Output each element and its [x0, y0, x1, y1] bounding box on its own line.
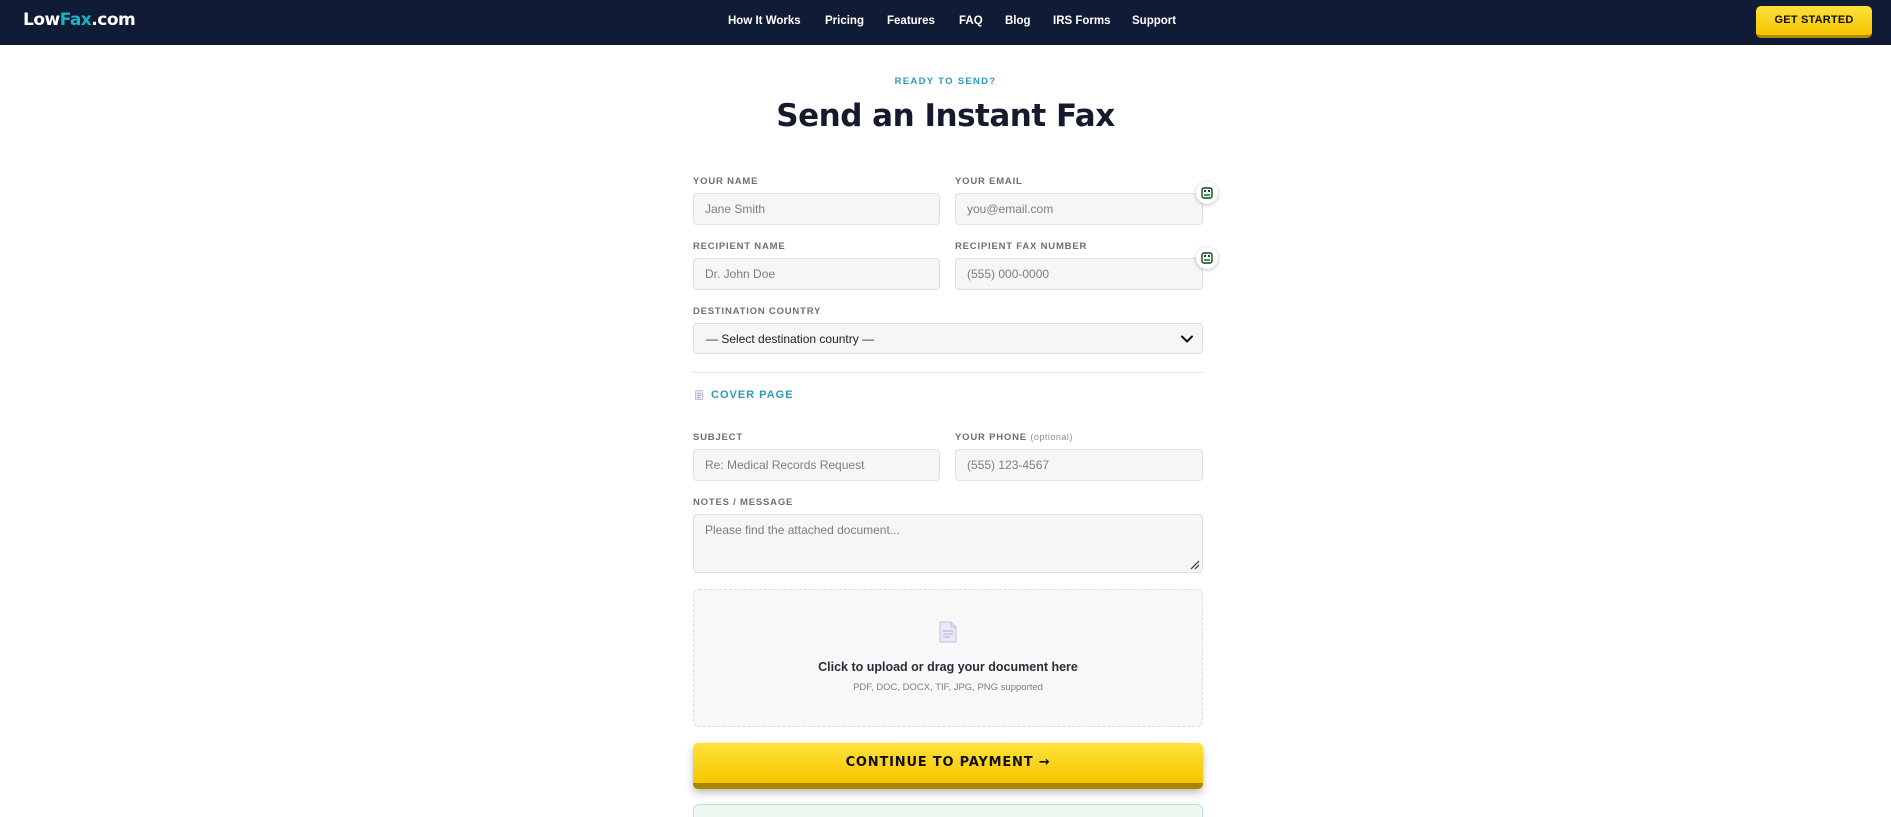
nav-pricing[interactable]: Pricing: [825, 15, 864, 27]
optional-tag: (optional): [1030, 432, 1073, 442]
resize-handle-icon[interactable]: [1190, 560, 1200, 570]
recipient-name-input[interactable]: [693, 258, 940, 290]
logo[interactable]: LowFax.com: [23, 10, 136, 30]
logo-text-fax: Fax: [59, 10, 92, 30]
top-navbar: LowFax.com How It Works Pricing Features…: [0, 0, 1891, 45]
subject-input[interactable]: [693, 449, 940, 481]
info-box: [693, 804, 1203, 817]
upload-formats: PDF, DOC, DOCX, TIF, JPG, PNG supported: [853, 682, 1043, 693]
notes-label: NOTES / MESSAGE: [693, 497, 794, 508]
your-phone-label: YOUR PHONE (optional): [955, 432, 1073, 443]
document-icon: [695, 390, 703, 400]
autofill-icon[interactable]: [1196, 182, 1218, 204]
get-started-button[interactable]: GET STARTED: [1756, 6, 1872, 38]
document-icon: [939, 621, 957, 643]
section-divider: [693, 372, 1203, 373]
your-name-input[interactable]: [693, 193, 940, 225]
recipient-fax-label: RECIPIENT FAX NUMBER: [955, 241, 1088, 252]
your-name-label: YOUR NAME: [693, 176, 759, 187]
chevron-down-icon: [1181, 335, 1193, 343]
subject-label: SUBJECT: [693, 432, 743, 443]
autofill-icon[interactable]: [1196, 247, 1218, 269]
your-phone-input[interactable]: [955, 449, 1203, 481]
cover-page-toggle[interactable]: COVER PAGE: [711, 389, 794, 401]
nav-blog[interactable]: Blog: [1005, 15, 1031, 27]
nav-irs-forms[interactable]: IRS Forms: [1053, 15, 1111, 27]
logo-text-domain: .com: [91, 10, 136, 30]
upload-title: Click to upload or drag your document he…: [818, 660, 1078, 674]
nav-support[interactable]: Support: [1132, 15, 1176, 27]
destination-country-label: DESTINATION COUNTRY: [693, 306, 822, 317]
recipient-fax-input[interactable]: [955, 258, 1203, 290]
destination-country-select[interactable]: — Select destination country —: [693, 323, 1203, 354]
upload-dropzone[interactable]: Click to upload or drag your document he…: [693, 589, 1203, 727]
destination-country-value: — Select destination country —: [706, 332, 875, 346]
nav-how-it-works[interactable]: How It Works: [728, 15, 801, 27]
page-title: Send an Instant Fax: [776, 98, 1115, 134]
nav-faq[interactable]: FAQ: [959, 15, 983, 27]
your-email-input[interactable]: [955, 193, 1203, 225]
continue-to-payment-button[interactable]: CONTINUE TO PAYMENT →: [693, 743, 1203, 789]
nav-features[interactable]: Features: [887, 15, 935, 27]
logo-text-low: Low: [23, 10, 60, 30]
recipient-name-label: RECIPIENT NAME: [693, 241, 786, 252]
eyebrow-text: READY TO SEND?: [894, 76, 997, 87]
your-email-label: YOUR EMAIL: [955, 176, 1023, 187]
notes-textarea[interactable]: [693, 514, 1203, 573]
your-phone-label-text: YOUR PHONE: [955, 432, 1027, 443]
